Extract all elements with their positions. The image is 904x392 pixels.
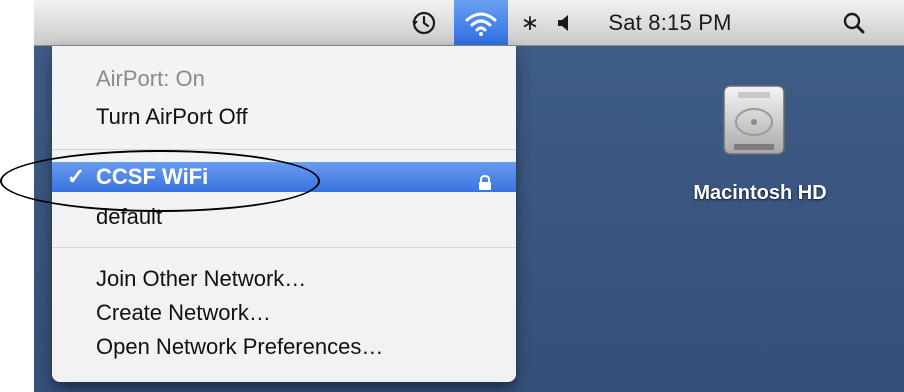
network-name: CCSF WiFi xyxy=(96,164,209,189)
volume-icon[interactable] xyxy=(550,0,578,45)
bluetooth-glyph: ∗ xyxy=(520,9,540,35)
wifi-icon[interactable] xyxy=(454,0,508,45)
airport-status: AirPort: On xyxy=(96,66,205,91)
network-item-ccsf-wifi[interactable]: ✓ CCSF WiFi xyxy=(52,162,516,192)
menu-bar: ∗ Sat 8:15 PM xyxy=(34,0,904,46)
bluetooth-icon[interactable]: ∗ xyxy=(516,0,544,45)
macintosh-hd-label[interactable]: Macintosh HD xyxy=(660,182,860,205)
turn-airport-off-item[interactable]: Turn AirPort Off xyxy=(52,102,516,132)
lock-icon xyxy=(478,169,492,199)
airport-menu: AirPort: On Turn AirPort Off ✓ CCSF WiFi… xyxy=(52,46,516,382)
menu-separator xyxy=(52,149,516,150)
spotlight-search-icon[interactable] xyxy=(834,0,874,45)
open-network-preferences-item[interactable]: Open Network Preferences… xyxy=(52,332,516,362)
checkmark-icon: ✓ xyxy=(66,164,86,189)
time-machine-icon[interactable] xyxy=(404,0,444,45)
hard-drive-icon[interactable] xyxy=(718,82,790,162)
join-other-network-item[interactable]: Join Other Network… xyxy=(52,264,516,294)
menu-separator xyxy=(52,247,516,248)
menu-bar-clock[interactable]: Sat 8:15 PM xyxy=(590,0,750,45)
create-network-item[interactable]: Create Network… xyxy=(52,298,516,328)
network-item-default[interactable]: default xyxy=(52,202,516,232)
